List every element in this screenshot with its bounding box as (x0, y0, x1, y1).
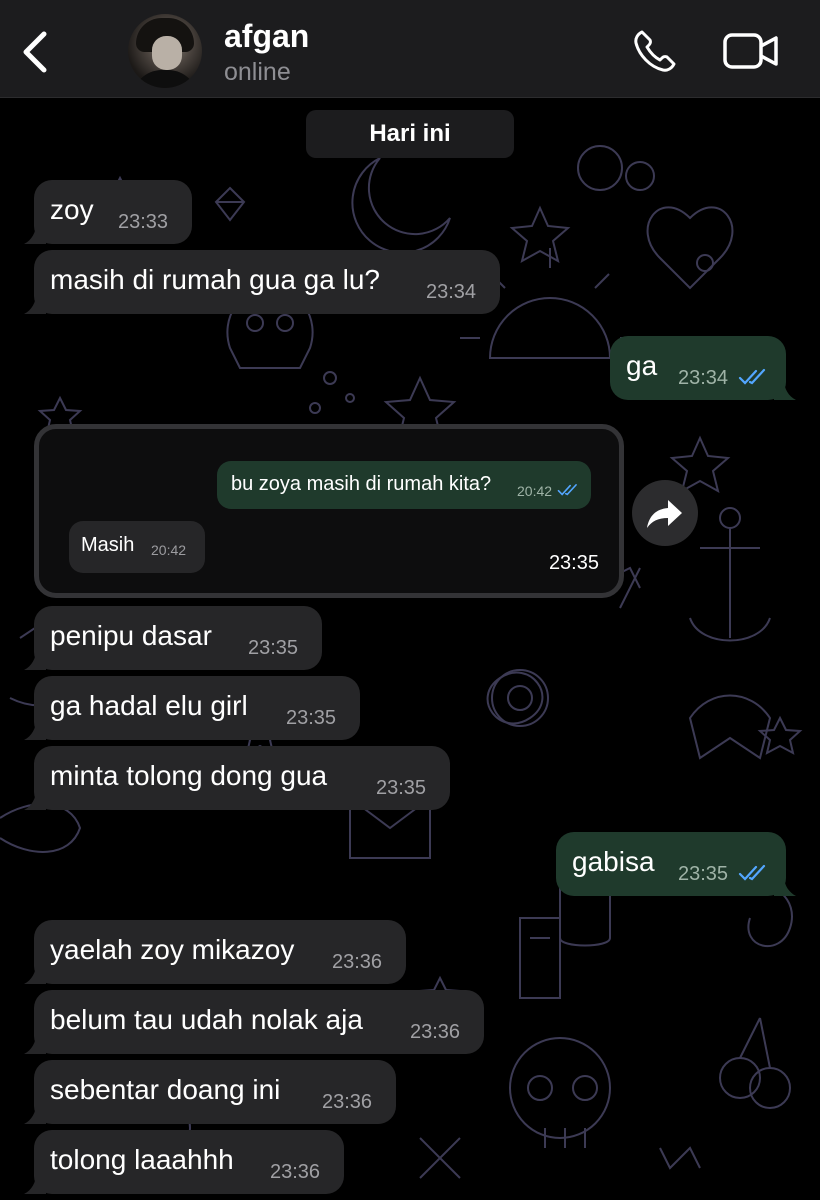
message-bubble[interactable]: minta tolong dong gua 23:35 (24, 746, 450, 810)
message-text: ga hadal elu girl (50, 690, 248, 721)
message-time: 23:35 (678, 863, 729, 885)
video-camera-icon (723, 33, 778, 69)
message-time: 23:35 (286, 707, 337, 729)
chat-header: afgan online (0, 0, 820, 98)
screenshot-incoming-bubble: Masih 20:42 (69, 521, 205, 573)
message-time: 23:34 (678, 367, 729, 389)
message-bubble[interactable]: gabisa 23:35 (556, 832, 796, 896)
message-text: ga (626, 350, 658, 381)
message-text: gabisa (572, 846, 655, 877)
back-button[interactable] (16, 28, 56, 76)
message-bubble[interactable]: ga hadal elu girl 23:35 (24, 676, 360, 740)
message-time: 23:36 (270, 1161, 321, 1183)
contact-status: online (224, 58, 291, 86)
message-bubble[interactable]: ga 23:34 (610, 336, 796, 400)
chevron-left-icon (23, 31, 47, 73)
message-time: 23:33 (118, 211, 169, 233)
message-text: yaelah zoy mikazoy (50, 934, 295, 965)
screenshot-outgoing-text: bu zoya masih di rumah kita? (231, 473, 492, 495)
date-divider: Hari ini (306, 110, 514, 158)
forward-button[interactable] (632, 480, 698, 546)
message-time: 23:36 (332, 951, 383, 973)
message-text: tolong laaahhh (50, 1144, 234, 1175)
voice-call-button[interactable] (632, 28, 680, 74)
message-bubble[interactable]: belum tau udah nolak aja 23:36 (24, 990, 484, 1054)
forwarded-screenshot[interactable]: bu zoya masih di rumah kita? 20:42 Masih… (34, 424, 624, 598)
double-check-icon (738, 368, 766, 385)
double-check-icon (557, 484, 577, 496)
screenshot-incoming-time: 20:42 (151, 542, 187, 558)
message-bubble[interactable]: yaelah zoy mikazoy 23:36 (24, 920, 406, 984)
screenshot-incoming-text: Masih (81, 534, 135, 556)
message-text: masih di rumah gua ga lu? (50, 264, 380, 295)
double-check-icon (738, 864, 766, 881)
message-bubble[interactable]: penipu dasar 23:35 (24, 606, 322, 670)
phone-icon (634, 30, 676, 72)
message-text: zoy (50, 194, 94, 225)
message-time: 23:35 (248, 637, 299, 659)
message-bubble[interactable]: tolong laaahhh 23:36 (24, 1130, 344, 1194)
message-time: 23:36 (322, 1091, 373, 1113)
message-text: sebentar doang ini (50, 1074, 281, 1105)
message-text: penipu dasar (50, 620, 212, 651)
message-time: 23:36 (410, 1021, 461, 1043)
screenshot-outgoing-bubble: bu zoya masih di rumah kita? 20:42 (217, 461, 591, 509)
message-bubble[interactable]: sebentar doang ini 23:36 (24, 1060, 396, 1124)
message-time: 23:34 (426, 281, 477, 303)
screenshot-outgoing-time: 20:42 (517, 483, 553, 499)
contact-name[interactable]: afgan (224, 18, 309, 55)
message-time: 23:35 (548, 552, 599, 574)
message-bubble[interactable]: zoy 23:33 (24, 180, 192, 244)
video-call-button[interactable] (722, 30, 780, 72)
avatar[interactable] (128, 14, 202, 88)
forward-arrow-icon (647, 500, 682, 528)
message-text: minta tolong dong gua (50, 760, 328, 791)
message-bubble[interactable]: masih di rumah gua ga lu? 23:34 (24, 250, 500, 314)
message-text: belum tau udah nolak aja (50, 1004, 363, 1035)
message-time: 23:35 (376, 777, 427, 799)
